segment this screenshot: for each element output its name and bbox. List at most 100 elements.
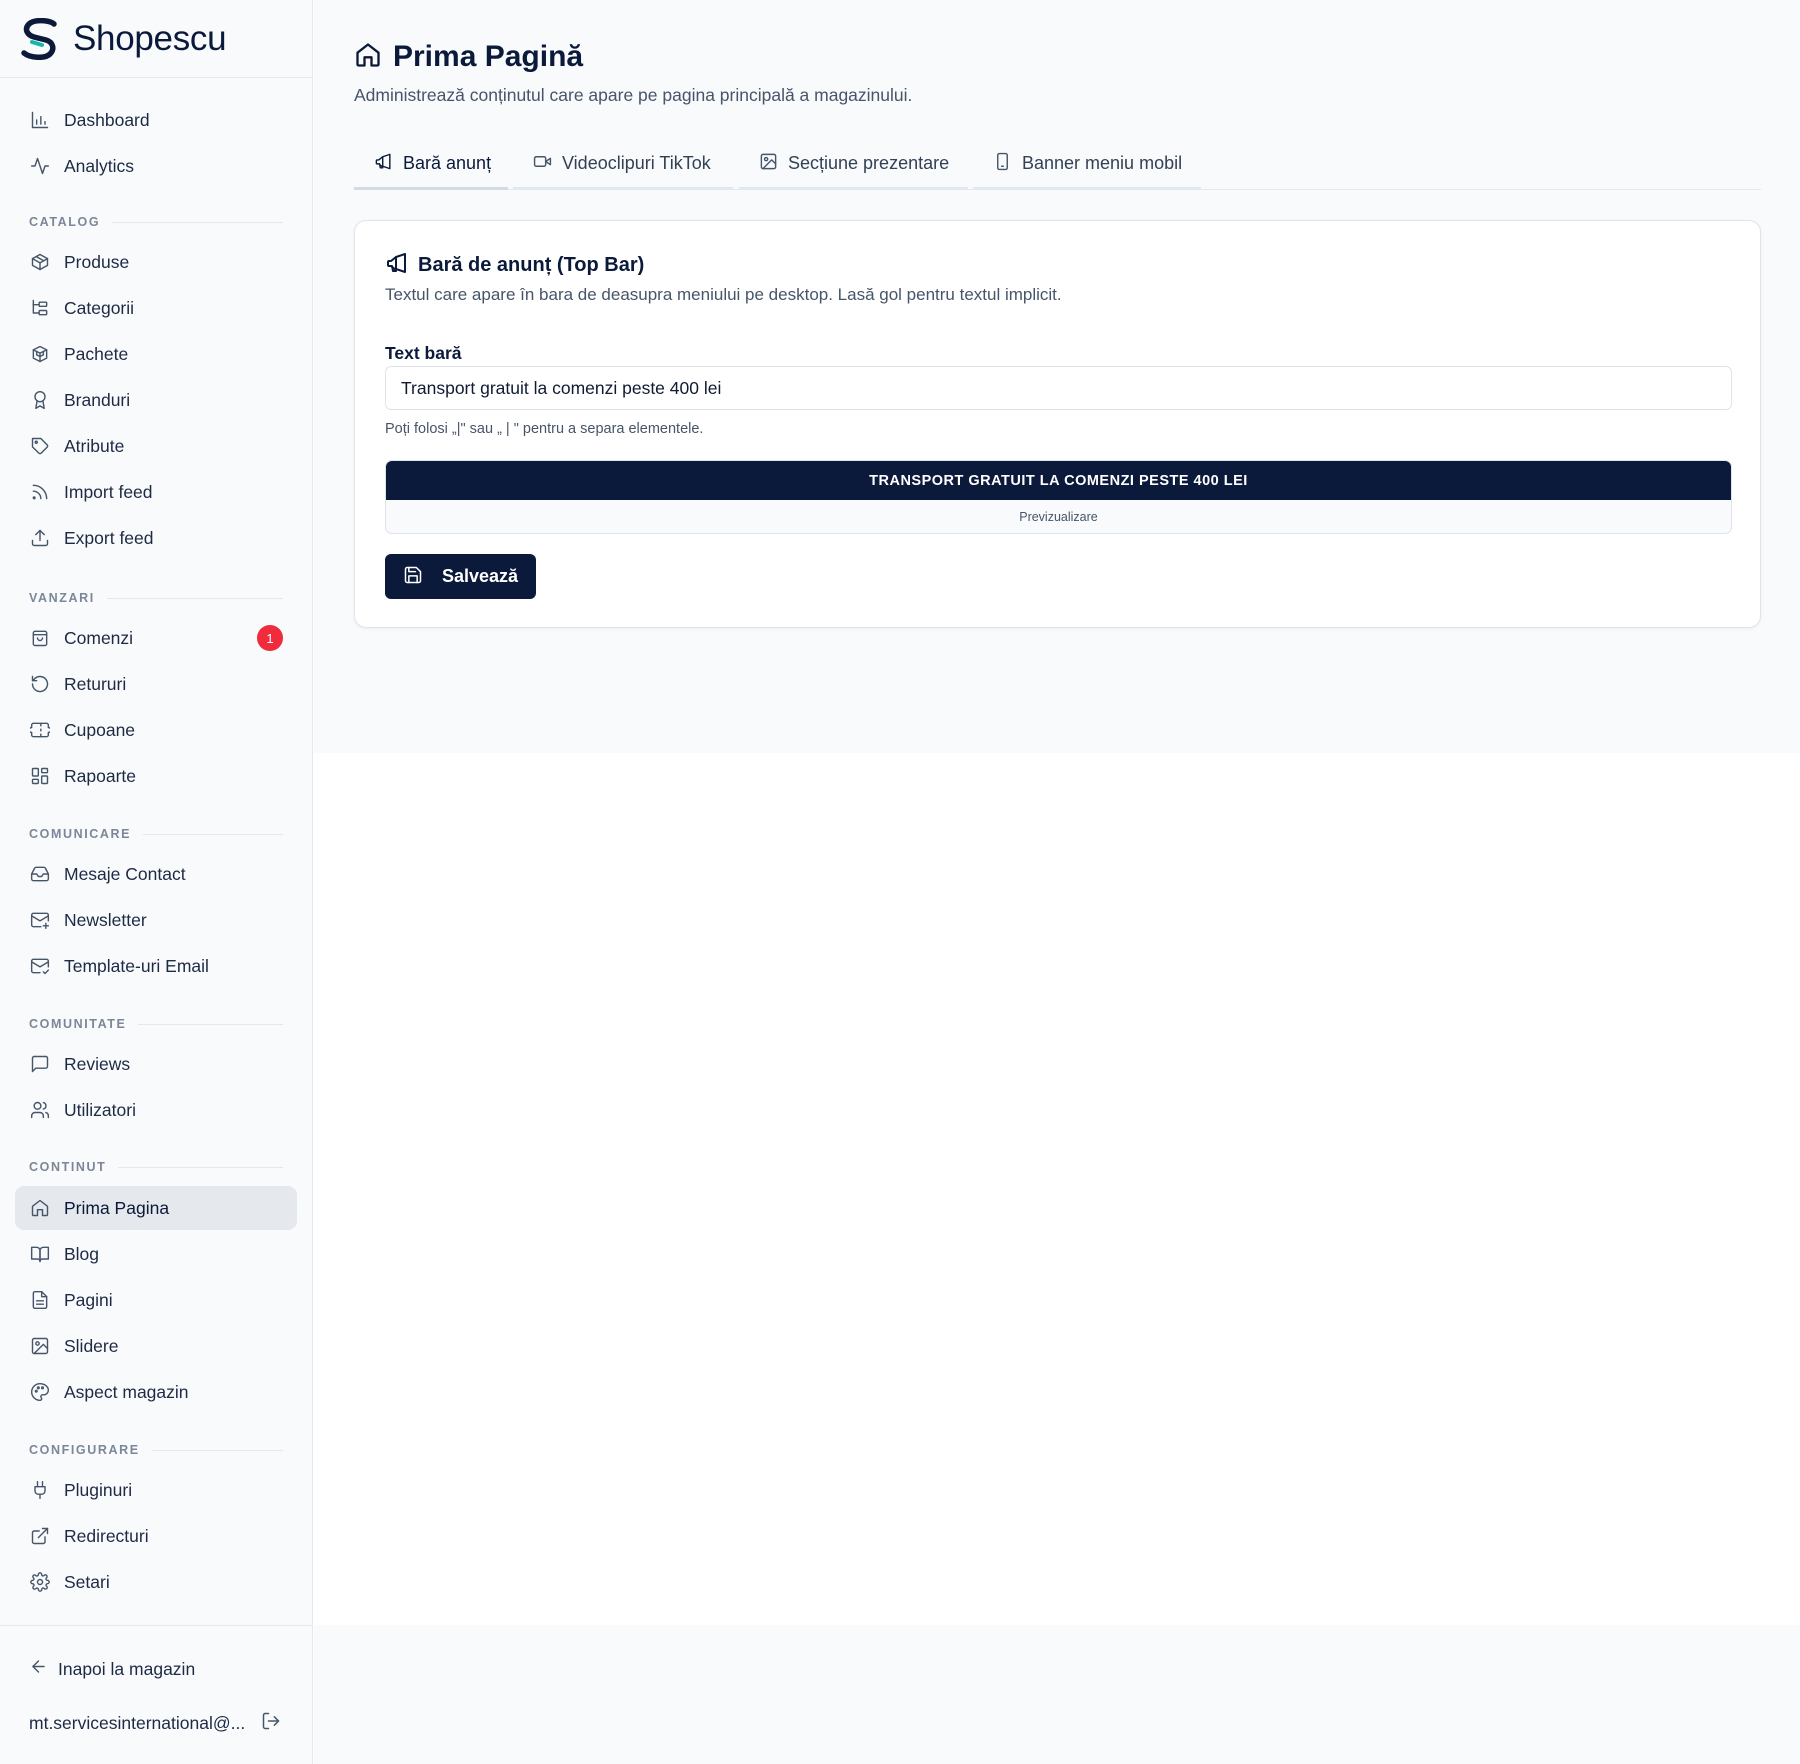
ticket-icon: [29, 719, 51, 741]
tab-bara-anunt[interactable]: Bară anunț: [354, 140, 508, 190]
sidebar-item-mesaje-contact[interactable]: Mesaje Contact: [15, 852, 297, 896]
sidebar-item-label: Dashboard: [64, 109, 150, 130]
sidebar-item-label: Cupoane: [64, 719, 136, 740]
user-email: mt.servicesinternational@...: [29, 1713, 246, 1733]
sidebar-item-label: Produse: [64, 251, 130, 272]
back-to-store-label: Inapoi la magazin: [58, 1658, 196, 1679]
field-hint: Poți folosi „|" sau „ | " pentru a separ…: [385, 421, 704, 437]
sidebar-item-label: Blog: [64, 1243, 100, 1264]
sidebar-item-produse[interactable]: Produse: [15, 240, 297, 284]
palette-icon: [29, 1381, 51, 1403]
sidebar-item-pluginuri[interactable]: Pluginuri: [15, 1468, 297, 1512]
sidebar-item-aspect-magazin[interactable]: Aspect magazin: [15, 1370, 297, 1414]
text-bar-input[interactable]: [385, 366, 1732, 410]
text-bar-label: Text bară: [385, 343, 462, 363]
save-button[interactable]: Salvează: [385, 554, 536, 599]
sidebar-item-prima-pagina[interactable]: Prima Pagina: [15, 1186, 297, 1230]
sidebar-item-dashboard[interactable]: Dashboard: [15, 98, 297, 142]
sidebar-item-label: Utilizatori: [64, 1099, 136, 1120]
tab-banner-meniu-mobil[interactable]: Banner meniu mobil: [973, 140, 1201, 190]
sidebar-item-label: Export feed: [64, 527, 154, 548]
shopping-bag-icon: [29, 627, 51, 649]
section-header-configurare: CONFIGURARE: [29, 1443, 283, 1457]
sidebar-item-reviews[interactable]: Reviews: [15, 1042, 297, 1086]
layout-grid-icon: [29, 765, 51, 787]
folder-tree-icon: [29, 297, 51, 319]
home-icon: [354, 41, 382, 74]
sidebar-item-label: Setari: [64, 1571, 110, 1592]
tab-sectiune-prezentare[interactable]: Secțiune prezentare: [739, 140, 968, 190]
brand-name: Shopescu: [73, 18, 227, 58]
top-bar-settings-card: Bară de anunț (Top Bar) Textul care apar…: [354, 220, 1761, 628]
sidebar-item-label: Slidere: [64, 1335, 119, 1356]
sidebar-item-label: Pagini: [64, 1289, 113, 1310]
sidebar-item-cupoane[interactable]: Cupoane: [15, 708, 297, 752]
sidebar-item-template-uri-email[interactable]: Template-uri Email: [15, 944, 297, 988]
shopescu-logo-icon: [21, 17, 57, 60]
sidebar-item-label: Import feed: [64, 481, 153, 502]
smartphone-icon: [993, 152, 1012, 176]
sidebar-item-blog[interactable]: Blog: [15, 1232, 297, 1276]
sidebar-item-label: Newsletter: [64, 909, 147, 930]
sidebar-item-label: Template-uri Email: [64, 955, 209, 976]
sidebar-item-label: Analytics: [64, 155, 135, 176]
orders-count-badge: 1: [257, 625, 283, 651]
mail-plus-icon: [29, 909, 51, 931]
sidebar-item-newsletter[interactable]: Newsletter: [15, 898, 297, 942]
sidebar-item-label: Atribute: [64, 435, 125, 456]
main-footer-area: [314, 1625, 1800, 1764]
tag-icon: [29, 435, 51, 457]
video-icon: [533, 152, 552, 176]
back-to-store-link[interactable]: Inapoi la magazin: [29, 1657, 195, 1681]
sidebar-item-branduri[interactable]: Branduri: [15, 378, 297, 422]
sidebar-item-retururi[interactable]: Retururi: [15, 662, 297, 706]
sidebar-item-comenzi[interactable]: Comenzi 1: [15, 616, 297, 660]
image-icon: [759, 152, 778, 176]
users-icon: [29, 1099, 51, 1121]
file-text-icon: [29, 1289, 51, 1311]
sidebar-item-pagini[interactable]: Pagini: [15, 1278, 297, 1322]
megaphone-icon: [374, 152, 393, 176]
sidebar-item-atribute[interactable]: Atribute: [15, 424, 297, 468]
upload-icon: [29, 527, 51, 549]
tab-label: Banner meniu mobil: [1022, 153, 1183, 173]
rss-icon: [29, 481, 51, 503]
sidebar: Shopescu Dashboard Analytics CATALOG Pro…: [0, 0, 313, 1764]
sidebar-item-import-feed[interactable]: Import feed: [15, 470, 297, 514]
plug-icon: [29, 1479, 51, 1501]
user-account-row: mt.servicesinternational@...: [29, 1711, 281, 1736]
bar-chart-icon: [29, 109, 51, 131]
brand[interactable]: Shopescu: [0, 0, 312, 78]
tab-label: Bară anunț: [403, 153, 492, 173]
sidebar-item-label: Prima Pagina: [64, 1197, 170, 1218]
arrow-left-icon: [29, 1657, 48, 1681]
sidebar-item-rapoarte[interactable]: Rapoarte: [15, 754, 297, 798]
sidebar-item-export-feed[interactable]: Export feed: [15, 516, 297, 560]
sidebar-item-label: Pluginuri: [64, 1479, 133, 1500]
sidebar-item-analytics[interactable]: Analytics: [15, 144, 297, 188]
sidebar-item-utilizatori[interactable]: Utilizatori: [15, 1088, 297, 1132]
message-square-icon: [29, 1053, 51, 1075]
main-content: Prima Pagină Administrează conținutul ca…: [314, 0, 1800, 753]
logout-icon[interactable]: [261, 1711, 281, 1736]
sidebar-item-label: Comenzi: [64, 627, 134, 648]
page-title: Prima Pagină: [393, 40, 584, 73]
page-subtitle: Administrează conținutul care apare pe p…: [354, 85, 913, 105]
tab-videoclipuri-tiktok[interactable]: Videoclipuri TikTok: [513, 140, 733, 190]
card-description: Textul care apare în bara de deasupra me…: [385, 285, 1062, 304]
sidebar-item-label: Reviews: [64, 1053, 131, 1074]
rotate-ccw-icon: [29, 673, 51, 695]
sidebar-item-redirecturi[interactable]: Redirecturi: [15, 1514, 297, 1558]
top-bar-preview: TRANSPORT GRATUIT LA COMENZI PESTE 400 L…: [385, 460, 1732, 534]
tab-label: Secțiune prezentare: [788, 153, 950, 173]
sidebar-item-pachete[interactable]: Pachete: [15, 332, 297, 376]
section-header-vanzari: VANZARI: [29, 591, 283, 605]
sidebar-item-label: Pachete: [64, 343, 129, 364]
sidebar-item-categorii[interactable]: Categorii: [15, 286, 297, 330]
section-header-catalog: CATALOG: [29, 215, 283, 229]
sidebar-item-setari[interactable]: Setari: [15, 1560, 297, 1604]
page-header: Prima Pagină: [354, 40, 583, 74]
sidebar-item-label: Mesaje Contact: [64, 863, 186, 884]
sidebar-item-slidere[interactable]: Slidere: [15, 1324, 297, 1368]
save-icon: [403, 565, 423, 588]
